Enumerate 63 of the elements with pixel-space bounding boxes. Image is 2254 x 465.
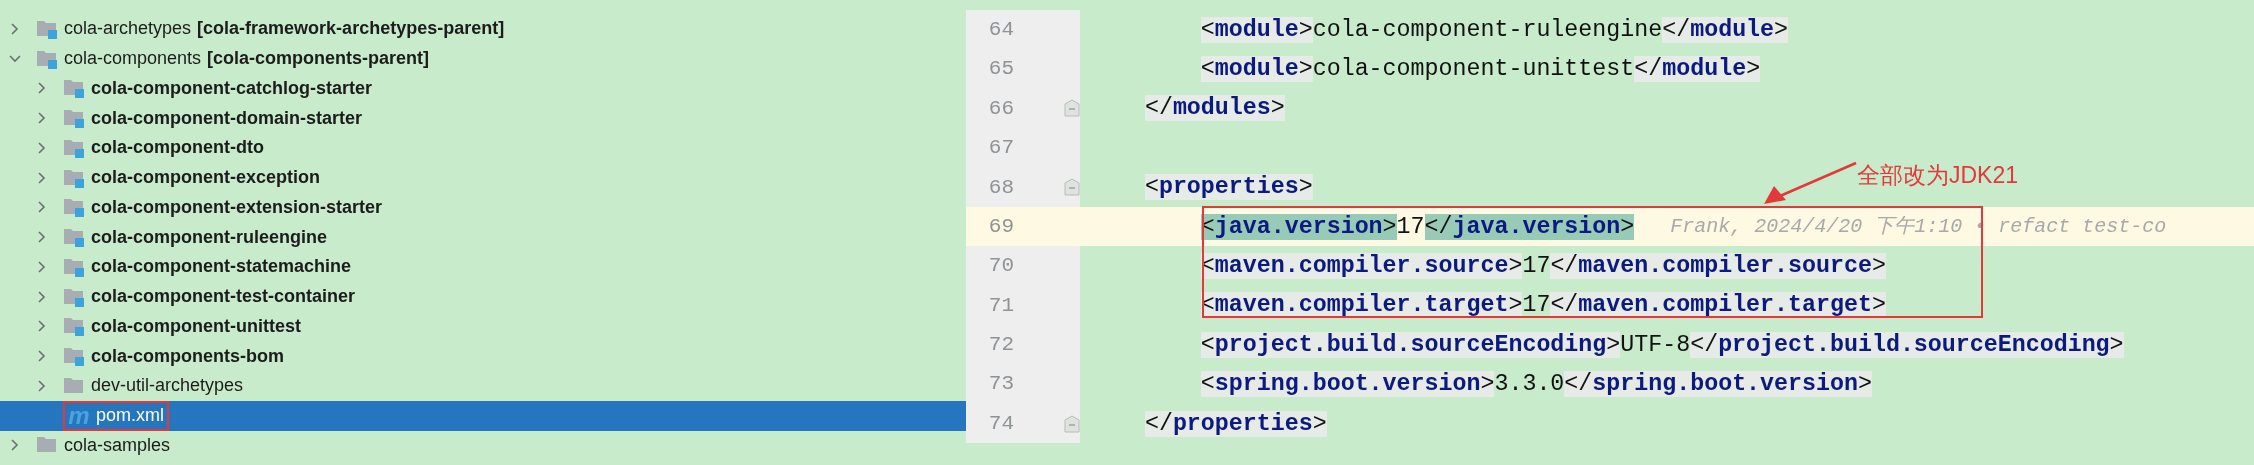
fold-marker-icon[interactable] [1064, 99, 1080, 118]
item-label: cola-component-unittest [91, 314, 301, 338]
tree-item[interactable]: cola-component-exception [0, 162, 966, 193]
item-label: cola-component-dto [91, 136, 264, 160]
module-folder-icon [63, 108, 85, 129]
item-label: cola-components [64, 47, 202, 71]
item-label: pom.xml [96, 404, 164, 428]
tree-item[interactable]: cola-archetypes [cola-framework-archetypes-parent] [0, 14, 966, 44]
line-number: 67 [987, 135, 1014, 162]
tree-item[interactable]: cola-components-bom [0, 341, 966, 371]
line-number: 74 [987, 410, 1014, 437]
line-number: 65 [987, 56, 1014, 83]
module-folder-icon [63, 316, 85, 337]
tree-item[interactable]: cola-samples [0, 430, 966, 461]
tree-item[interactable]: cola-component-extension-starter [0, 192, 966, 223]
module-folder-icon [63, 256, 85, 277]
tree-item[interactable]: dev-util-archetypes [0, 371, 966, 401]
module-folder-icon [63, 137, 85, 158]
module-folder-icon [63, 286, 85, 307]
line-number: 72 [987, 332, 1014, 359]
module-folder-icon [36, 48, 58, 69]
module-folder-icon [63, 227, 85, 248]
item-label: cola-component-statemachine [91, 255, 352, 279]
tree-item[interactable]: cola-component-ruleengine [0, 222, 966, 252]
folder-icon [63, 375, 85, 396]
tree-item[interactable]: cola-component-catchlog-starter [0, 73, 966, 104]
line-number: 68 [987, 174, 1014, 201]
tree-item[interactable]: cola-component-domain-starter [0, 103, 966, 133]
tree-item[interactable]: cola-component-test-container [0, 281, 966, 312]
item-label: dev-util-archetypes [91, 374, 244, 398]
module-name: [cola-components-parent] [207, 47, 430, 71]
item-label: cola-component-extension-starter [91, 195, 383, 219]
item-label: cola-component-catchlog-starter [91, 76, 373, 100]
item-label: cola-component-domain-starter [91, 106, 363, 130]
item-label: cola-archetypes [64, 17, 192, 41]
code-line: <spring.boot.version>3.3.0</spring.boot.version> [1199, 370, 1872, 400]
module-folder-icon [63, 346, 85, 367]
annotation-label: 全部改为JDK21 [1857, 161, 2019, 190]
item-label: cola-component-exception [91, 166, 321, 190]
item-label: cola-component-test-container [91, 285, 356, 309]
code-line: <module>cola-component-ruleengine</module> [1199, 15, 1789, 45]
item-label: cola-component-ruleengine [91, 225, 328, 249]
line-number: 69 [987, 213, 1014, 240]
item-label: cola-components-bom [91, 344, 284, 368]
fold-marker-icon[interactable] [1064, 178, 1080, 197]
item-label: cola-samples [64, 433, 171, 457]
code-line: <project.build.sourceEncoding>UTF-8</project.build.sourceEncoding> [1199, 330, 2124, 360]
tree-item[interactable]: cola-component-statemachine [0, 252, 966, 282]
fold-marker-icon[interactable] [1064, 414, 1080, 433]
tree-item[interactable]: cola-component-dto [0, 133, 966, 163]
line-number: 64 [987, 16, 1014, 43]
module-name: [cola-framework-archetypes-parent] [197, 17, 505, 41]
module-folder-icon [36, 18, 58, 39]
line-number: 73 [987, 371, 1014, 398]
line-number: 71 [987, 292, 1014, 319]
module-folder-icon [63, 167, 85, 188]
tree-item[interactable]: cola-components [cola-components-parent] [0, 43, 966, 74]
line-number: 70 [987, 253, 1014, 280]
module-folder-icon [63, 78, 85, 99]
tree-item[interactable]: cola-component-unittest [0, 311, 966, 342]
code-line: <module>cola-component-unittest</module> [1199, 55, 1761, 85]
module-folder-icon [63, 197, 85, 218]
line-number: 66 [987, 95, 1014, 122]
